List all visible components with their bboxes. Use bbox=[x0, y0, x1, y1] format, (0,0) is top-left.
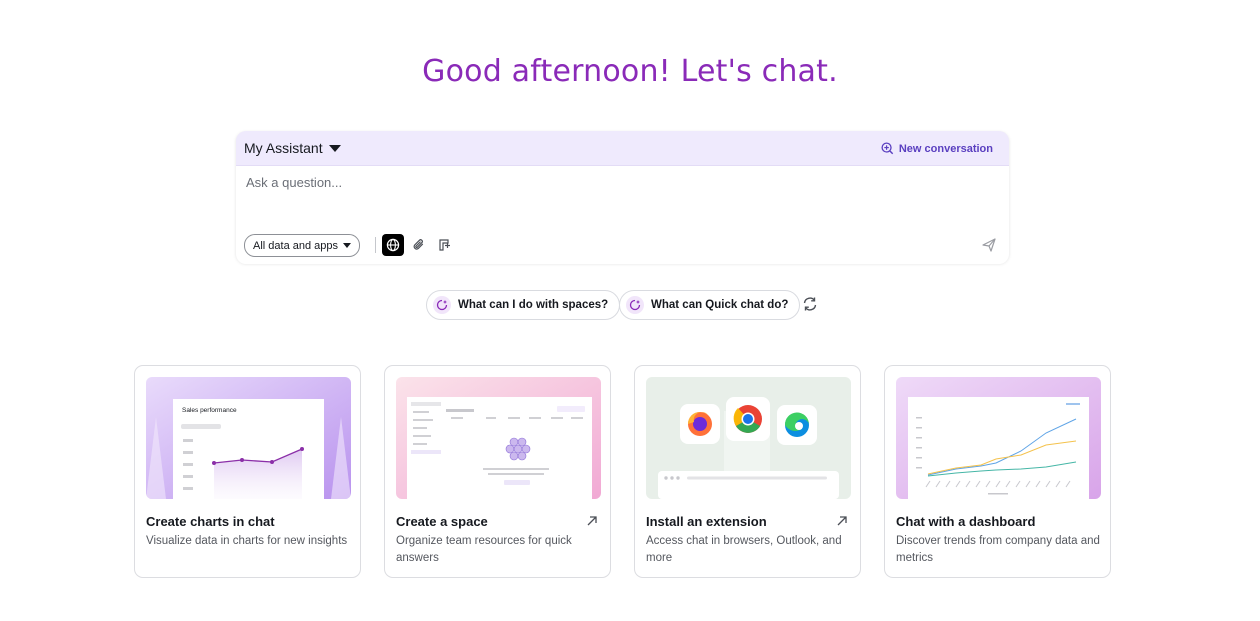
caret-down-icon bbox=[343, 243, 352, 248]
greeting-heading: Good afternoon! Let's chat. bbox=[422, 54, 838, 89]
composer-body: All data and apps bbox=[236, 165, 1009, 264]
question-input[interactable] bbox=[244, 174, 988, 191]
send-icon bbox=[982, 238, 996, 252]
web-search-toggle[interactable] bbox=[382, 234, 404, 256]
card-title: Install an extension bbox=[646, 514, 767, 529]
refresh-suggestions-button[interactable] bbox=[801, 295, 819, 318]
sparkle-chat-icon bbox=[433, 296, 451, 314]
card-create-space[interactable]: Create a space Organize team resources f… bbox=[384, 365, 611, 578]
composer-header: My Assistant New conversation bbox=[236, 131, 1009, 165]
external-link-icon bbox=[836, 514, 848, 532]
card-thumbnail bbox=[646, 377, 851, 499]
refresh-icon bbox=[803, 297, 817, 311]
data-scope-label: All data and apps bbox=[253, 239, 339, 252]
assistant-dropdown[interactable]: My Assistant bbox=[244, 140, 341, 156]
suggestion-chip-spaces[interactable]: What can I do with spaces? bbox=[426, 290, 621, 320]
prompts-button[interactable] bbox=[434, 234, 456, 256]
toolbar-divider bbox=[375, 237, 376, 253]
suggestion-label: What can I do with spaces? bbox=[458, 299, 609, 311]
data-scope-dropdown[interactable]: All data and apps bbox=[244, 234, 361, 257]
card-description: Access chat in browsers, Outlook, and mo… bbox=[646, 535, 842, 564]
suggestion-label: What can Quick chat do? bbox=[651, 299, 789, 311]
sparkle-chat-icon bbox=[626, 296, 644, 314]
prompt-icon bbox=[439, 239, 450, 251]
suggestion-chip-quick-chat[interactable]: What can Quick chat do? bbox=[619, 290, 801, 320]
card-description: Discover trends from company data and me… bbox=[896, 535, 1100, 564]
caret-down-icon bbox=[328, 144, 341, 152]
card-thumbnail bbox=[396, 377, 601, 499]
attach-button[interactable] bbox=[408, 234, 430, 256]
card-title: Create a space bbox=[396, 514, 488, 529]
new-conversation-button[interactable]: New conversation bbox=[881, 142, 993, 155]
card-description: Organize team resources for quick answer… bbox=[396, 535, 572, 564]
external-link-icon bbox=[586, 514, 598, 532]
new-conversation-label: New conversation bbox=[898, 142, 993, 155]
card-thumbnail: Sales performance bbox=[146, 377, 351, 499]
card-title: Chat with a dashboard bbox=[896, 514, 1036, 529]
card-thumbnail bbox=[896, 377, 1101, 499]
assistant-label: My Assistant bbox=[244, 140, 323, 156]
card-create-charts[interactable]: Sales performance Create charts in chat … bbox=[134, 365, 361, 578]
paperclip-icon bbox=[413, 239, 424, 250]
card-title: Create charts in chat bbox=[146, 514, 275, 529]
chat-composer: My Assistant New conversation All data a… bbox=[236, 131, 1009, 264]
new-conversation-icon bbox=[881, 142, 894, 155]
card-description: Visualize data in charts for new insight… bbox=[146, 535, 348, 547]
globe-icon bbox=[386, 238, 400, 252]
card-install-extension[interactable]: Install an extension Access chat in brow… bbox=[634, 365, 861, 578]
send-button[interactable] bbox=[981, 237, 997, 258]
thumbnail-chart-title: Sales performance bbox=[182, 407, 237, 414]
card-chat-dashboard[interactable]: Chat with a dashboard Discover trends fr… bbox=[884, 365, 1111, 578]
